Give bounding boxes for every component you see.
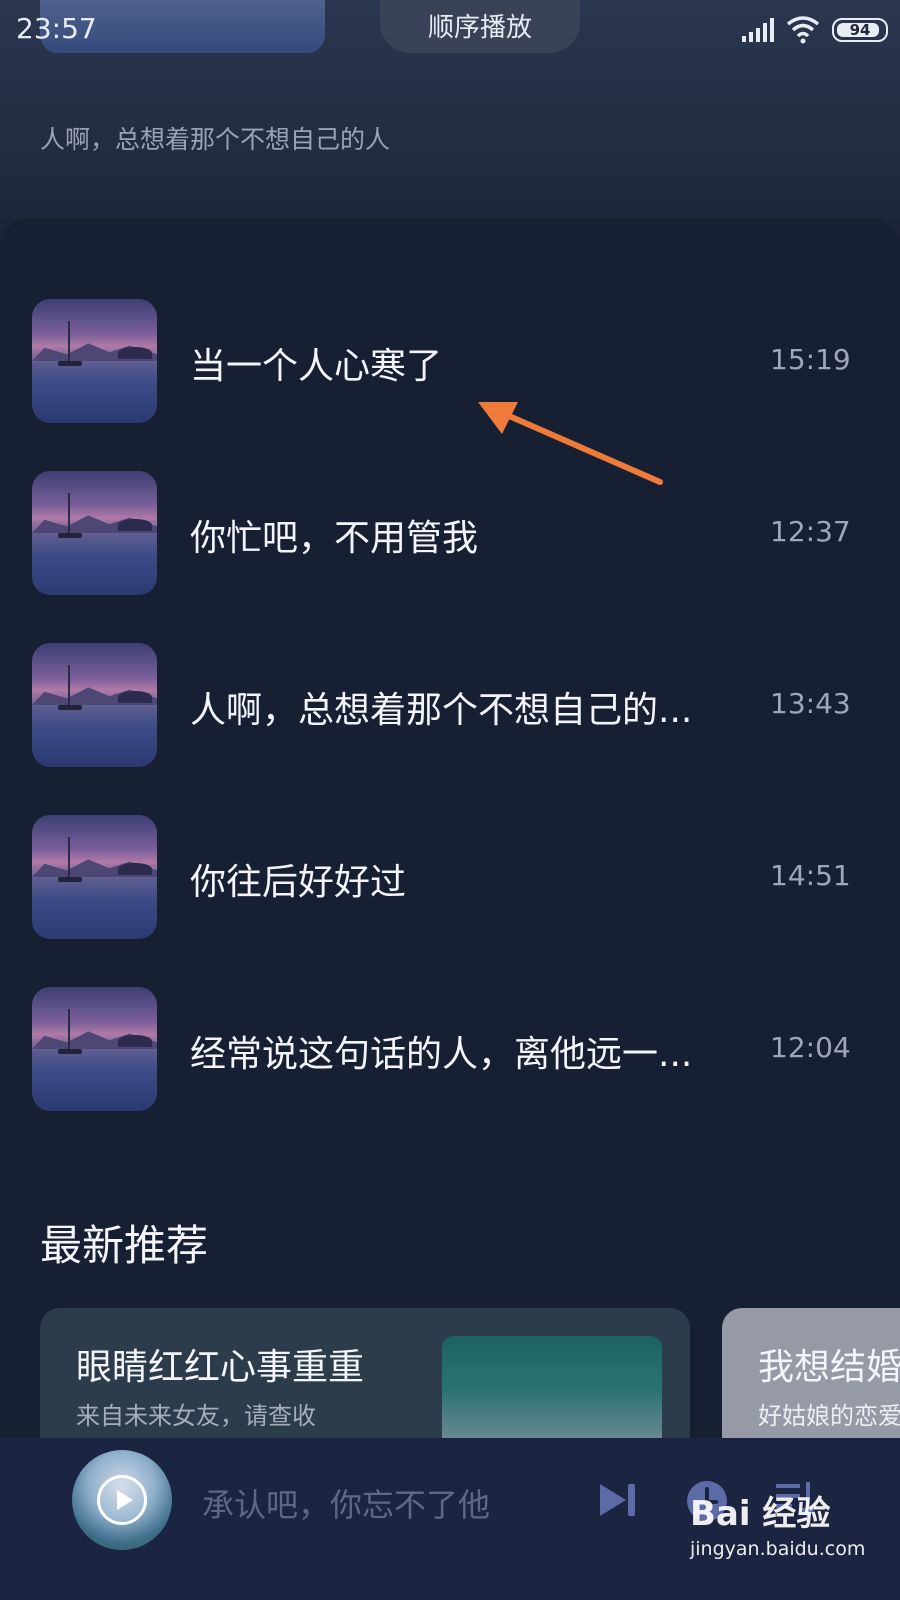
- watermark: Bai 经验 jingyan.baidu.com: [686, 1486, 886, 1586]
- recommend-card-title: 我想结婚: [758, 1347, 900, 1388]
- player-cover[interactable]: [72, 1450, 172, 1550]
- track-duration: 14:51: [770, 859, 851, 892]
- track-title: 当一个人心寒了: [190, 346, 443, 387]
- play-icon[interactable]: [97, 1475, 147, 1525]
- track-duration: 12:04: [770, 1031, 851, 1064]
- track-title: 人啊，总想着那个不想自己的...: [190, 690, 693, 731]
- recommend-card-subtitle: 来自未来女友，请查收: [76, 1402, 316, 1430]
- track-cover-image: [32, 815, 157, 939]
- track-item[interactable]: 你忙吧，不用管我 12:37: [0, 471, 900, 595]
- track-duration: 13:43: [770, 687, 851, 720]
- next-track-icon[interactable]: [598, 1482, 638, 1518]
- section-title-recommend: 最新推荐: [40, 1221, 209, 1270]
- track-title: 你往后好好过: [190, 862, 407, 903]
- wifi-icon: [786, 16, 820, 44]
- watermark-logo: Bai 经验: [690, 1494, 831, 1534]
- track-item[interactable]: 人啊，总想着那个不想自己的... 13:43: [0, 643, 900, 767]
- track-title: 你忙吧，不用管我: [190, 518, 479, 559]
- now-playing-title[interactable]: 承认吧，你忘不了他: [202, 1480, 490, 1526]
- track-cover-image: [32, 643, 157, 767]
- track-item[interactable]: 你往后好好过 14:51: [0, 815, 900, 939]
- track-cover-image: [32, 471, 157, 595]
- watermark-url: jingyan.baidu.com: [690, 1538, 866, 1560]
- signal-icon: [742, 18, 774, 42]
- track-item[interactable]: 当一个人心寒了 15:19: [0, 299, 900, 423]
- track-duration: 15:19: [770, 343, 851, 376]
- status-time: 23:57: [16, 12, 97, 45]
- battery-level: 94: [849, 21, 871, 39]
- play-mode-button[interactable]: 顺序播放: [380, 0, 580, 53]
- track-duration: 12:37: [770, 515, 851, 548]
- battery-icon: 94: [832, 18, 888, 42]
- track-title: 经常说这句话的人，离他远一...: [190, 1034, 693, 1075]
- track-cover-image: [32, 987, 157, 1111]
- annotation-arrow-icon: [478, 402, 663, 485]
- recommend-card-subtitle: 好姑娘的恋爱: [758, 1402, 900, 1430]
- track-item[interactable]: 经常说这句话的人，离他远一... 12:04: [0, 987, 900, 1111]
- recommend-card-title: 眼睛红红心事重重: [76, 1347, 365, 1388]
- album-subtitle: 人啊，总想着那个不想自己的人: [40, 125, 391, 154]
- track-cover-image: [32, 299, 157, 423]
